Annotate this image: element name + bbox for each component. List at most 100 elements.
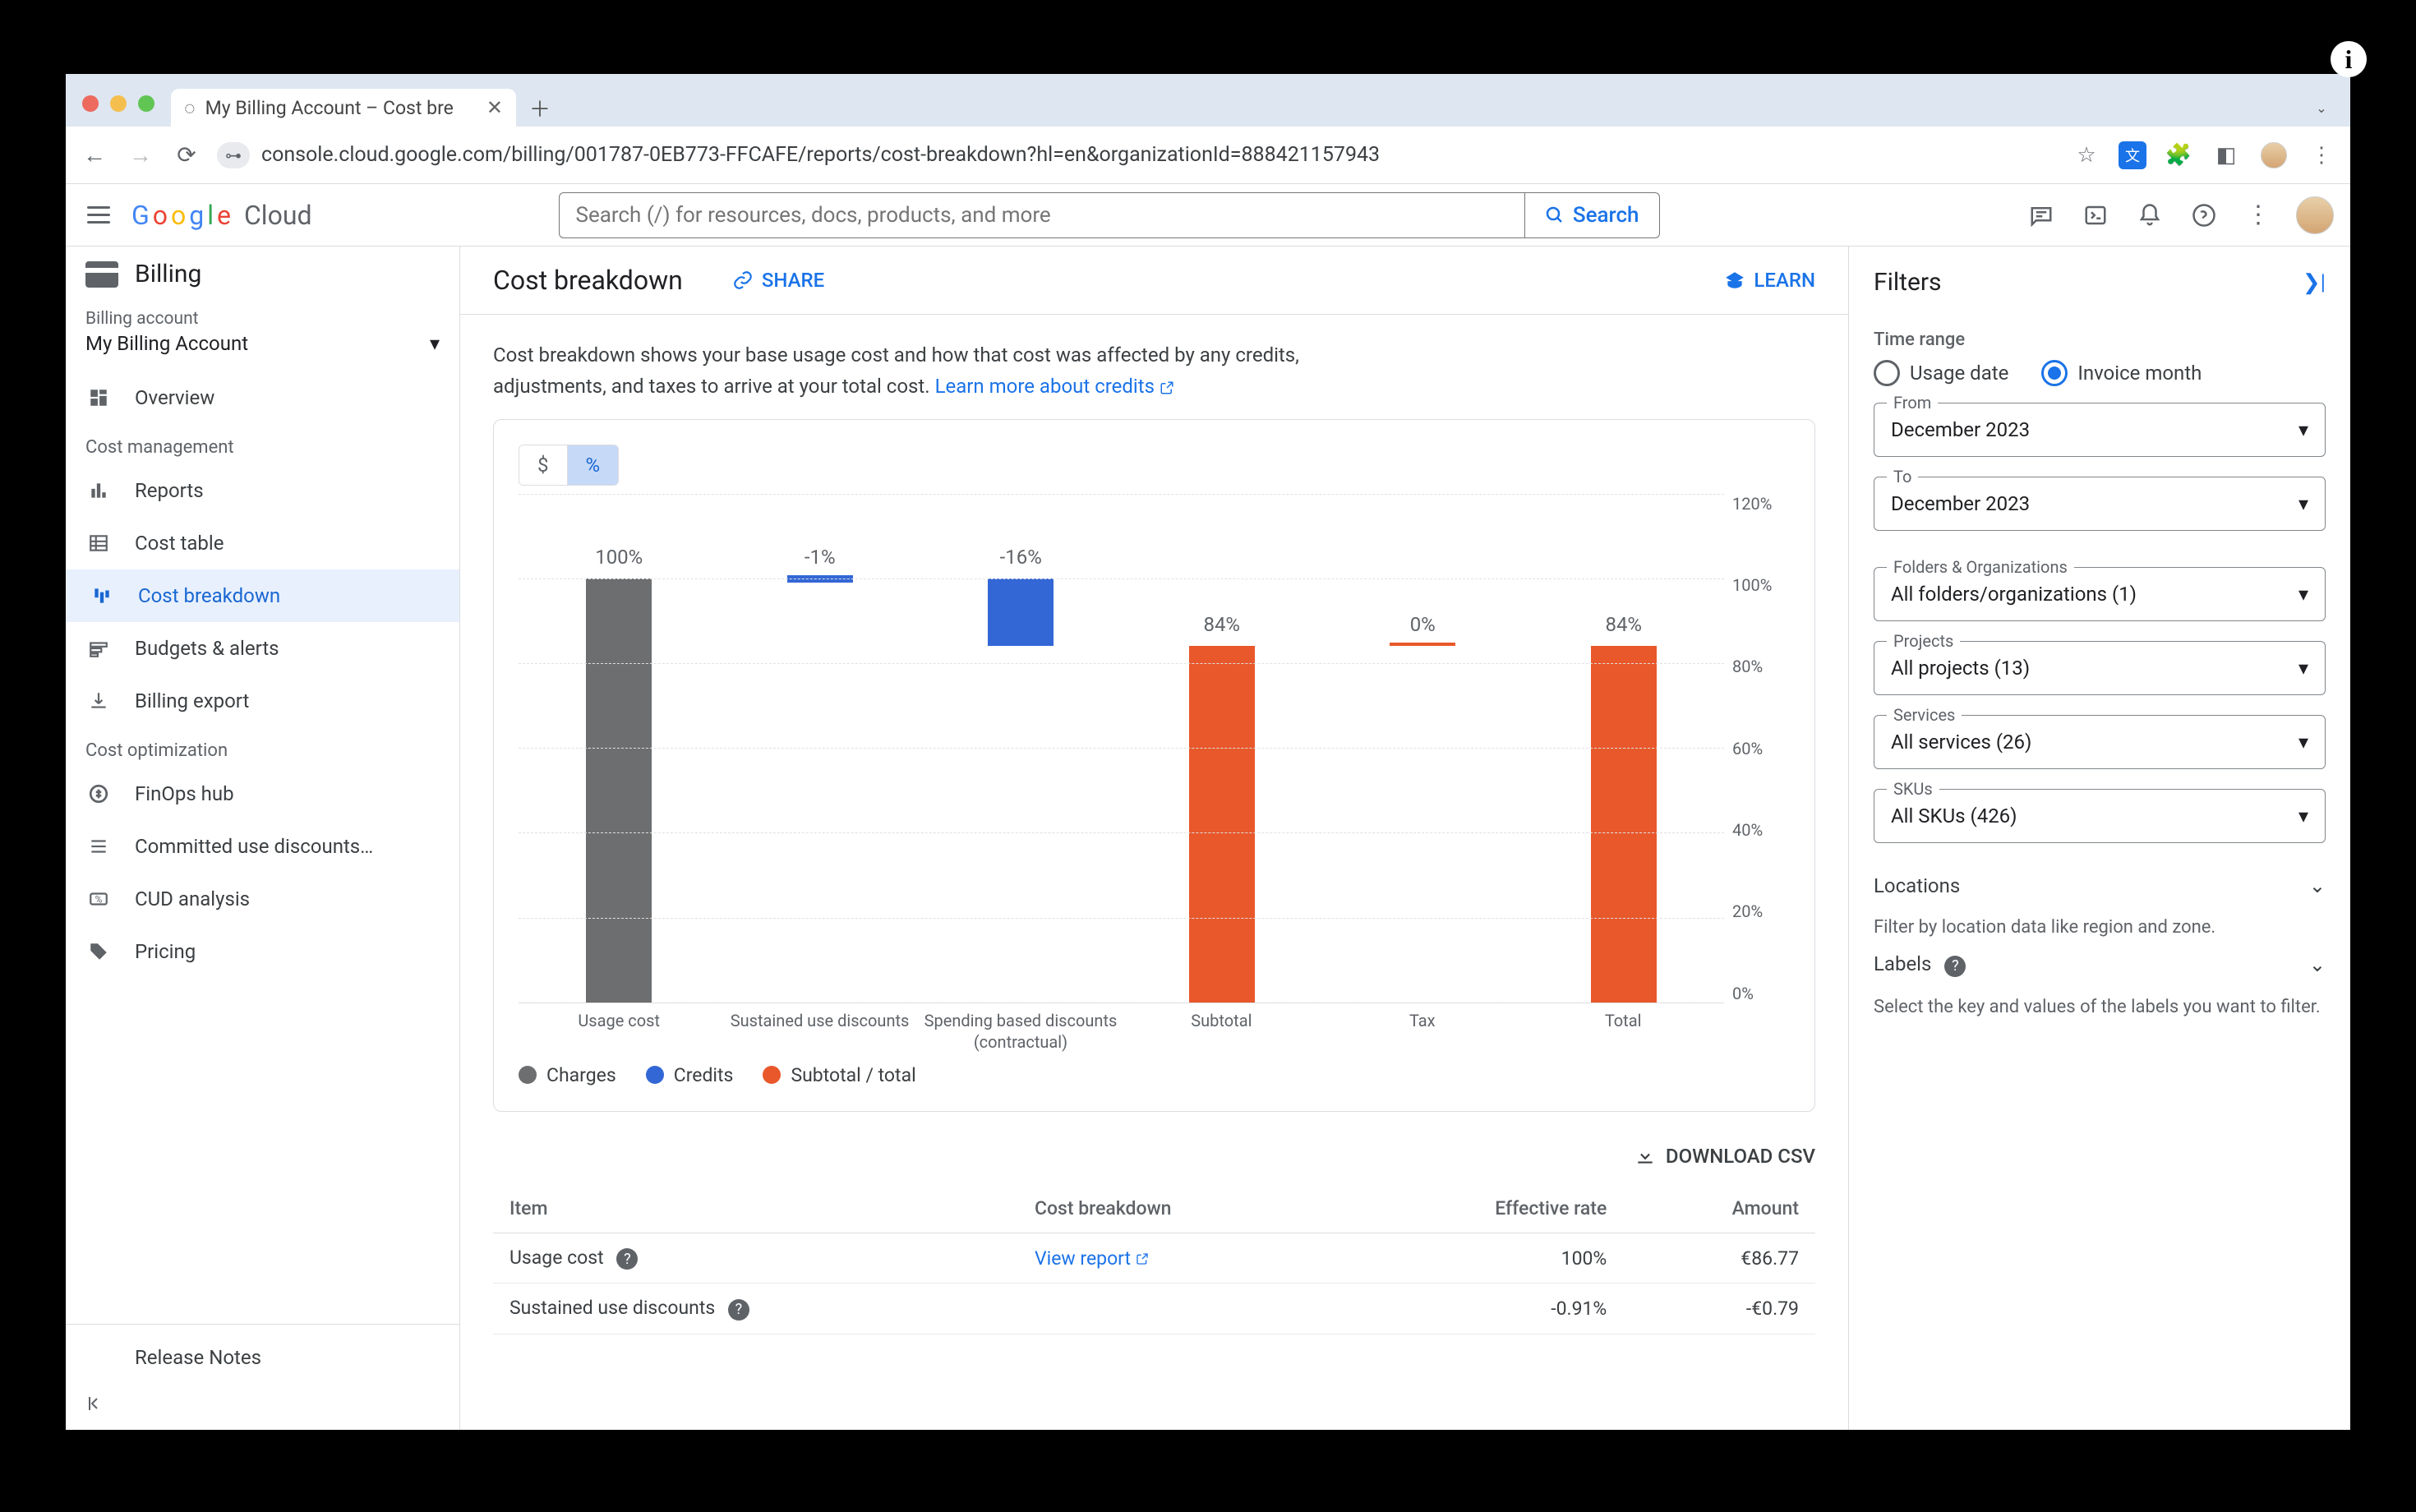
- navigation-menu-button[interactable]: [82, 199, 115, 232]
- learn-label: LEARN: [1754, 269, 1815, 292]
- sidebar-item-cud-analysis[interactable]: % CUD analysis: [66, 873, 459, 925]
- breakdown-table: ItemCost breakdownEffective rateAmount U…: [493, 1184, 1815, 1335]
- sidebar-item-cost-breakdown[interactable]: Cost breakdown: [66, 569, 459, 622]
- dropdown-icon: ▾: [430, 332, 440, 355]
- search-bar[interactable]: Search: [559, 192, 1660, 238]
- sidebar-item-budgets[interactable]: Budgets & alerts: [66, 622, 459, 675]
- projects-label: Projects: [1887, 631, 1960, 651]
- from-selector[interactable]: December 2023 ▾: [1874, 403, 2326, 457]
- side-panel-icon[interactable]: ◧: [2211, 140, 2242, 171]
- sidebar-item-committed-use[interactable]: Committed use discounts…: [66, 820, 459, 873]
- learn-button[interactable]: LEARN: [1724, 269, 1815, 292]
- dropdown-icon: ▾: [2298, 804, 2308, 827]
- download-csv-button[interactable]: DOWNLOAD CSV: [1634, 1145, 1815, 1168]
- forward-button[interactable]: →: [125, 140, 156, 171]
- toggle-dollar[interactable]: $: [519, 445, 568, 485]
- y-tick-label: 20%: [1732, 901, 1790, 921]
- folders-label: Folders & Organizations: [1887, 557, 2074, 577]
- sidebar-item-cost-table[interactable]: Cost table: [66, 517, 459, 569]
- radio-label: Usage date: [1910, 362, 2008, 385]
- y-tick-label: 120%: [1732, 494, 1790, 514]
- dropdown-icon: ▾: [2298, 731, 2308, 754]
- unit-toggle[interactable]: $ %: [519, 445, 619, 486]
- table-header[interactable]: Amount: [1623, 1184, 1815, 1233]
- minimize-window-icon[interactable]: [110, 95, 127, 112]
- more-menu-icon[interactable]: ⋮: [2242, 199, 2275, 232]
- chart-bar[interactable]: [988, 579, 1054, 647]
- sidebar-item-pricing[interactable]: Pricing: [66, 925, 459, 978]
- sidebar-item-finops[interactable]: FinOps hub: [66, 768, 459, 820]
- labels-expander[interactable]: Labels ? ⌄: [1874, 941, 2326, 989]
- table-header[interactable]: Cost breakdown: [1018, 1184, 1345, 1233]
- maximize-window-icon[interactable]: [138, 95, 154, 112]
- legend-item[interactable]: Charges: [519, 1064, 616, 1086]
- view-report-link[interactable]: View report: [1035, 1247, 1149, 1270]
- breakdown-cell: View report: [1018, 1233, 1345, 1284]
- toggle-percent[interactable]: %: [568, 445, 619, 485]
- table-header[interactable]: Effective rate: [1344, 1184, 1623, 1233]
- browser-menu-icon[interactable]: ⋮: [2306, 140, 2337, 171]
- chat-icon[interactable]: [2025, 199, 2058, 232]
- bar-value-label: -1%: [805, 546, 836, 569]
- collapse-sidebar-button[interactable]: [66, 1384, 459, 1423]
- x-axis-label: Subtotal: [1121, 1010, 1321, 1053]
- sidebar-item-billing-export[interactable]: Billing export: [66, 675, 459, 727]
- x-axis-label: Sustained use discounts: [719, 1010, 920, 1053]
- locations-hint: Filter by location data like region and …: [1874, 914, 2326, 941]
- locations-expander[interactable]: Locations ⌄: [1874, 863, 2326, 909]
- legend-item[interactable]: Subtotal / total: [763, 1064, 915, 1086]
- dropdown-icon: ▾: [2298, 583, 2308, 606]
- notifications-icon[interactable]: [2133, 199, 2166, 232]
- item-cell: Usage cost ?: [493, 1233, 1018, 1284]
- user-avatar[interactable]: [2296, 196, 2334, 234]
- help-icon[interactable]: ?: [728, 1299, 749, 1321]
- radio-usage-date[interactable]: Usage date: [1874, 360, 2008, 386]
- page-title: Cost breakdown: [493, 265, 683, 296]
- help-icon[interactable]: ?: [616, 1248, 638, 1270]
- profile-icon[interactable]: [2258, 140, 2289, 171]
- radio-invoice-month[interactable]: Invoice month: [2041, 360, 2202, 386]
- finops-icon: [85, 781, 112, 807]
- to-selector[interactable]: December 2023 ▾: [1874, 477, 2326, 531]
- x-axis-label: Total: [1523, 1010, 1723, 1053]
- search-input[interactable]: [560, 203, 1524, 228]
- back-button[interactable]: ←: [79, 140, 110, 171]
- window-controls[interactable]: [76, 95, 166, 127]
- amount-cell: -€0.79: [1623, 1284, 1815, 1335]
- share-label: SHARE: [762, 269, 824, 292]
- search-button[interactable]: Search: [1524, 193, 1659, 237]
- item-cell: Sustained use discounts ?: [493, 1284, 1018, 1335]
- extensions-icon[interactable]: 🧩: [2163, 140, 2194, 171]
- chart-bar[interactable]: [1591, 646, 1657, 1002]
- url-text[interactable]: console.cloud.google.com/billing/001787-…: [261, 143, 1380, 167]
- billing-icon: [85, 261, 118, 288]
- chart-bar[interactable]: [586, 579, 652, 1003]
- sidebar-item-release-notes[interactable]: Release Notes: [66, 1331, 459, 1384]
- sidebar-item-reports[interactable]: Reports: [66, 464, 459, 517]
- close-tab-icon[interactable]: ✕: [486, 96, 503, 119]
- chart-bar[interactable]: [1189, 646, 1255, 1002]
- billing-account-selector[interactable]: My Billing Account ▾: [85, 329, 440, 358]
- share-button[interactable]: SHARE: [732, 269, 824, 292]
- collapse-filters-button[interactable]: ❯|: [2303, 270, 2326, 295]
- bookmark-icon[interactable]: ☆: [2071, 140, 2102, 171]
- tab-overflow-icon[interactable]: ⌄: [2303, 89, 2340, 127]
- translate-icon[interactable]: 文: [2119, 141, 2146, 169]
- new-tab-button[interactable]: ＋: [521, 89, 559, 127]
- help-icon[interactable]: [2188, 199, 2220, 232]
- site-info-icon[interactable]: ⊶: [217, 142, 250, 168]
- table-header[interactable]: Item: [493, 1184, 1018, 1233]
- waterfall-chart: 100%-1%-16%84%0%84% 120%100%80%60%40%20%…: [519, 494, 1790, 1003]
- browser-tab[interactable]: ◌ My Billing Account – Cost bre ✕: [171, 89, 516, 127]
- help-icon[interactable]: ?: [1944, 956, 1966, 977]
- from-label: From: [1887, 393, 1938, 413]
- legend-item[interactable]: Credits: [646, 1064, 734, 1086]
- reload-button[interactable]: ⟳: [171, 140, 202, 171]
- rate-cell: -0.91%: [1344, 1284, 1623, 1335]
- sidebar-item-overview[interactable]: Overview: [66, 371, 459, 424]
- learn-more-link[interactable]: Learn more about credits: [935, 375, 1174, 398]
- close-window-icon[interactable]: [82, 95, 99, 112]
- skus-selector[interactable]: All SKUs (426) ▾: [1874, 789, 2326, 843]
- gcp-logo[interactable]: Google Cloud: [131, 200, 312, 231]
- cloud-shell-icon[interactable]: [2079, 199, 2112, 232]
